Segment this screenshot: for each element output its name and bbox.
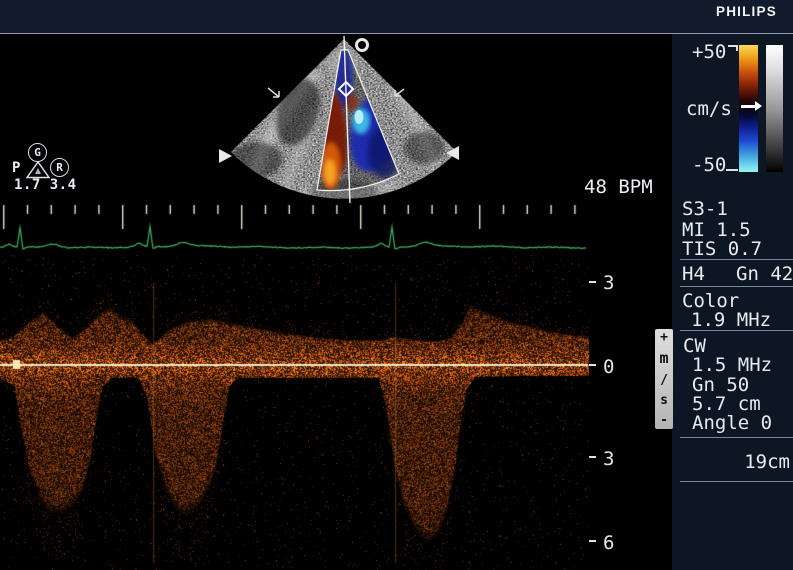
velocity-tab-char: - <box>660 414 668 427</box>
velocity-tick-label: 6 <box>603 532 614 554</box>
colorbar-max-label: +50 <box>692 43 726 62</box>
velocity-tick <box>589 364 596 366</box>
colorbar-bracket <box>736 45 738 51</box>
grayscale-bar <box>766 45 783 172</box>
panel-divider <box>680 259 793 260</box>
velocity-tick <box>589 456 596 458</box>
gain-circle-letter: G <box>34 146 41 159</box>
transducer-label: S3-1 <box>682 200 728 219</box>
velocity-tick <box>589 281 596 283</box>
velocity-scale-tab[interactable]: + m / s - <box>655 329 673 429</box>
ultrasound-display: PHILIPS +50 cm/s -50 S3-1 MI 1.5 TIS 0.7… <box>0 0 793 570</box>
power-label: P <box>12 160 20 176</box>
left-edge-marker-icon <box>219 149 232 163</box>
philips-logo: PHILIPS <box>716 4 788 19</box>
panel-divider <box>680 330 793 331</box>
colorbar-baseline-arrow-icon <box>755 101 762 111</box>
sector-image <box>200 30 480 210</box>
panel-divider <box>680 286 793 287</box>
cw-freq-label: 1.5 MHz <box>692 356 772 375</box>
velocity-tick-label: 3 <box>603 272 614 294</box>
colorbar-units-label: cm/s <box>686 100 732 119</box>
velocity-tick-label: 3 <box>603 448 614 470</box>
velocity-tick <box>589 540 596 542</box>
velocity-tab-char: m <box>659 351 668 366</box>
value-1: 1.7 <box>14 177 41 193</box>
spectral-doppler-canvas <box>0 255 590 570</box>
cw-angle-label: Angle 0 <box>692 414 772 433</box>
velocity-tab-char: s <box>660 394 668 407</box>
2d-echo-image <box>200 30 480 210</box>
harmonic-label: H4 <box>682 265 705 284</box>
colorbar-bracket <box>726 169 738 171</box>
apex-circle-icon <box>357 40 368 51</box>
panel-divider <box>680 481 793 482</box>
velocity-tick-label: 0 <box>603 356 614 378</box>
colorbar-baseline-marker <box>741 105 756 108</box>
thermal-values: 1.7 3.4 <box>14 177 77 193</box>
value-2: 3.4 <box>50 177 77 193</box>
depth-label: 19cm <box>700 453 790 472</box>
gain-2d-label: Gn 42 <box>736 265 793 284</box>
colorbar-min-label: -50 <box>692 156 726 175</box>
ecg-trace-canvas <box>0 195 600 260</box>
color-freq-label: 1.9 MHz <box>691 311 771 330</box>
velocity-tab-char: / <box>660 374 668 387</box>
annotation-arrow-left-icon <box>268 88 279 97</box>
tis-label: TIS 0.7 <box>682 240 762 259</box>
velocity-tab-char: + <box>660 331 668 344</box>
top-bar <box>0 0 793 33</box>
gain-circle-icon: G <box>28 143 47 162</box>
rotate-circle-icon: R <box>50 158 69 177</box>
rotate-circle-letter: R <box>56 161 63 174</box>
panel-divider <box>680 437 793 438</box>
